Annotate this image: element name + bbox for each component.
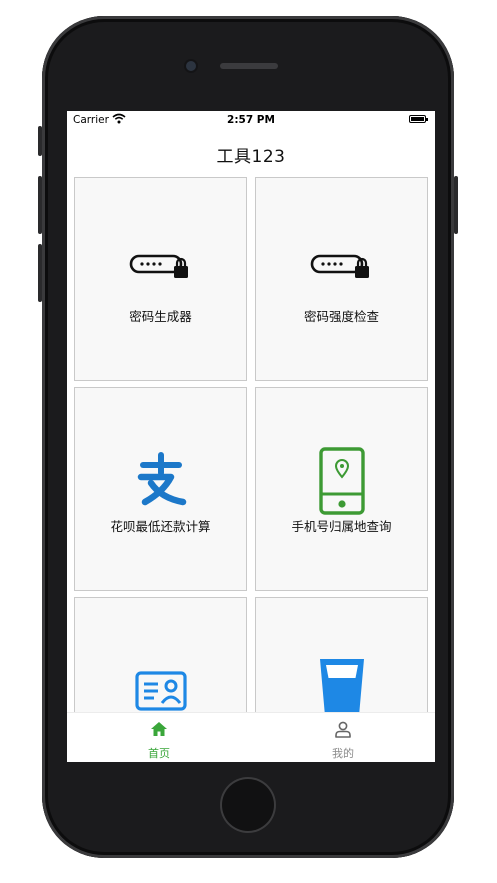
tool-label: 密码强度检查	[303, 309, 379, 324]
tool-grid: 密码生成器 密码强度检查 花呗最低还款计算 手机号归属地查询	[67, 111, 435, 762]
phone-location-icon	[318, 447, 365, 515]
tool-tile-huabei-calculator[interactable]: 花呗最低还款计算	[74, 387, 247, 591]
earpiece-speaker	[220, 63, 278, 69]
app-screen: Carrier 2:57 PM 工具123 密码生成器 密码强度检查 花呗最低还…	[67, 111, 435, 762]
user-icon	[335, 721, 351, 738]
home-button[interactable]	[222, 779, 274, 831]
password-lock-icon	[310, 254, 369, 278]
tab-home-label: 首页	[148, 747, 170, 760]
power-button	[454, 176, 458, 234]
volume-up-button	[38, 176, 42, 234]
tab-home[interactable]: 首页	[67, 713, 251, 762]
id-card-icon	[134, 671, 187, 711]
tool-tile-password-generator[interactable]: 密码生成器	[74, 177, 247, 381]
tool-label: 密码生成器	[129, 309, 192, 324]
tool-label: 手机号归属地查询	[291, 519, 392, 534]
mute-switch	[38, 126, 42, 156]
volume-down-button	[38, 244, 42, 302]
alipay-icon	[137, 452, 186, 506]
password-lock-icon	[129, 254, 188, 278]
front-camera	[186, 61, 196, 71]
tab-mine-label: 我的	[332, 747, 354, 760]
home-icon	[151, 722, 167, 736]
tool-label: 花呗最低还款计算	[110, 519, 211, 534]
water-glass-icon	[319, 659, 364, 716]
bottom-tab-bar: 首页 我的	[67, 712, 435, 762]
tool-tile-phone-location[interactable]: 手机号归属地查询	[255, 387, 428, 591]
tool-tile-password-strength[interactable]: 密码强度检查	[255, 177, 428, 381]
tab-mine[interactable]: 我的	[251, 713, 435, 762]
